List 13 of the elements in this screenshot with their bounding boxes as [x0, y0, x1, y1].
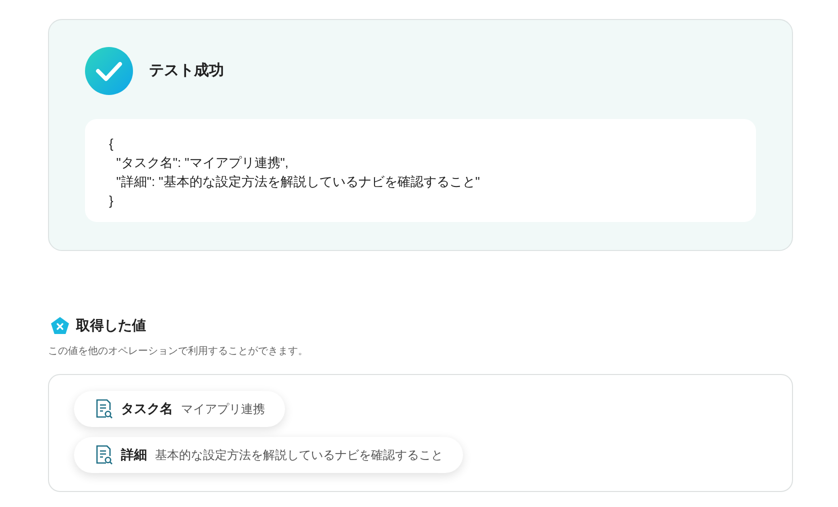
value-text: マイアプリ連携 [181, 401, 265, 418]
value-label: タスク名 [121, 400, 173, 418]
document-search-icon [95, 445, 113, 465]
value-chip[interactable]: 詳細 基本的な設定方法を解説しているナビを確認すること [74, 437, 463, 473]
section-description: この値を他のオペレーションで利用することができます。 [48, 344, 309, 359]
value-chip[interactable]: タスク名 マイアプリ連携 [74, 391, 285, 427]
x-pentagon-icon [50, 316, 70, 336]
value-label: 詳細 [121, 446, 147, 464]
result-title: テスト成功 [149, 60, 224, 81]
value-text: 基本的な設定方法を解説しているナビを確認すること [155, 447, 443, 464]
code-block: { "タスク名": "マイアプリ連携", "詳細": "基本的な設定方法を解説しているナビを確認すること" } [85, 119, 756, 222]
document-search-icon [95, 399, 113, 419]
section-title: 取得した値 [76, 316, 146, 335]
